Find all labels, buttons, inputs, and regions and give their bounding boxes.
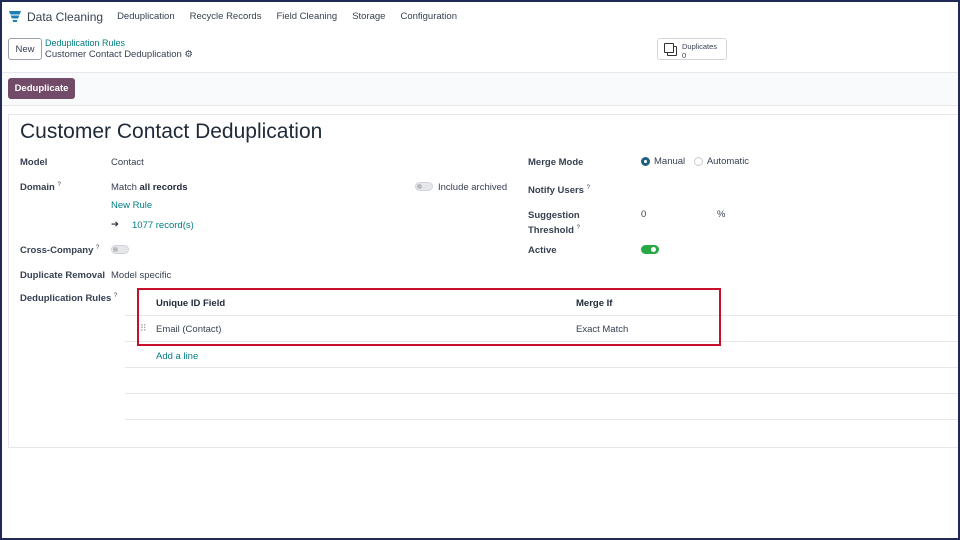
record-title[interactable]: Customer Contact Deduplication	[20, 120, 322, 144]
domain-label: Domain ?	[20, 182, 61, 193]
help-icon[interactable]: ?	[114, 293, 117, 299]
merge-automatic-radio[interactable]: Automatic	[693, 156, 750, 167]
merge-automatic-label: Automatic	[706, 156, 750, 167]
duplicate-removal-label: Duplicate Removal	[20, 270, 105, 281]
records-link[interactable]: 1077 record(s)	[132, 220, 194, 231]
merge-mode-label: Merge Mode	[528, 157, 584, 168]
merge-manual-radio[interactable]: Manual	[641, 156, 685, 167]
notify-users-label-text: Notify Users	[528, 185, 584, 197]
cross-company-label-text: Cross-Company	[20, 245, 94, 257]
menu-configuration[interactable]: Configuration	[400, 11, 457, 22]
duplicate-removal-value[interactable]: Model specific	[111, 270, 171, 281]
help-icon[interactable]: ?	[57, 182, 60, 188]
active-toggle[interactable]	[641, 245, 659, 254]
threshold-label-line1: Suggestion	[528, 210, 580, 221]
notify-users-label: Notify Users ?	[528, 185, 590, 196]
model-value[interactable]: Contact	[111, 157, 144, 168]
merge-manual-label: Manual	[654, 156, 686, 167]
include-archived-label: Include archived	[438, 182, 508, 193]
include-archived-toggle[interactable]	[415, 182, 433, 191]
dedup-rules-label: Deduplication Rules ?	[20, 293, 117, 304]
threshold-input[interactable]: 0	[641, 209, 646, 220]
menu-deduplication[interactable]: Deduplication	[117, 11, 175, 22]
arrow-right-icon: ➔	[111, 219, 119, 230]
help-icon[interactable]: ?	[587, 185, 590, 191]
active-label: Active	[528, 245, 557, 256]
menu-storage[interactable]: Storage	[352, 11, 385, 22]
menu-recycle-records[interactable]: Recycle Records	[190, 11, 262, 22]
app-title[interactable]: Data Cleaning	[27, 10, 103, 24]
breadcrumb-current: Customer Contact Deduplication ⚙	[45, 49, 193, 60]
new-button[interactable]: New	[8, 38, 42, 60]
add-line-link[interactable]: Add a line	[156, 351, 198, 362]
domain-bold: all records	[139, 182, 188, 193]
domain-label-text: Domain	[20, 182, 55, 194]
merge-mode-radio-group: Manual Automatic	[641, 156, 749, 167]
breadcrumb-parent[interactable]: Deduplication Rules	[45, 38, 125, 48]
cross-company-toggle[interactable]	[111, 245, 129, 254]
radio-unchecked-icon	[693, 156, 703, 166]
domain-value: Match all records	[111, 182, 188, 193]
top-navbar: Data Cleaning Deduplication Recycle Reco…	[0, 0, 960, 33]
help-icon[interactable]: ?	[577, 225, 580, 231]
cross-company-label: Cross-Company ?	[20, 245, 99, 256]
radio-checked-icon	[641, 156, 650, 166]
breadcrumb-current-label: Customer Contact Deduplication	[45, 49, 182, 60]
percent-sign: %	[717, 209, 726, 220]
highlight-box	[137, 288, 721, 346]
action-bar	[2, 72, 958, 106]
duplicates-icon	[664, 43, 674, 53]
help-icon[interactable]: ?	[96, 245, 99, 251]
threshold-label: Suggestion Threshold ?	[528, 209, 580, 237]
dedup-rules-label-text: Deduplication Rules	[20, 293, 112, 305]
new-rule-link[interactable]: New Rule	[111, 200, 152, 211]
duplicates-count: 0	[682, 51, 687, 60]
app-logo-icon	[9, 11, 21, 22]
form-sheet	[8, 114, 960, 448]
model-label: Model	[20, 157, 48, 168]
threshold-label-line2: Threshold	[528, 225, 574, 237]
gear-icon[interactable]: ⚙	[184, 49, 193, 60]
deduplicate-button[interactable]: Deduplicate	[8, 78, 75, 99]
domain-prefix: Match	[111, 182, 140, 193]
duplicates-label: Duplicates	[682, 42, 718, 51]
menu-field-cleaning[interactable]: Field Cleaning	[276, 11, 337, 22]
duplicates-smart-button[interactable]: Duplicates 0	[657, 38, 727, 60]
